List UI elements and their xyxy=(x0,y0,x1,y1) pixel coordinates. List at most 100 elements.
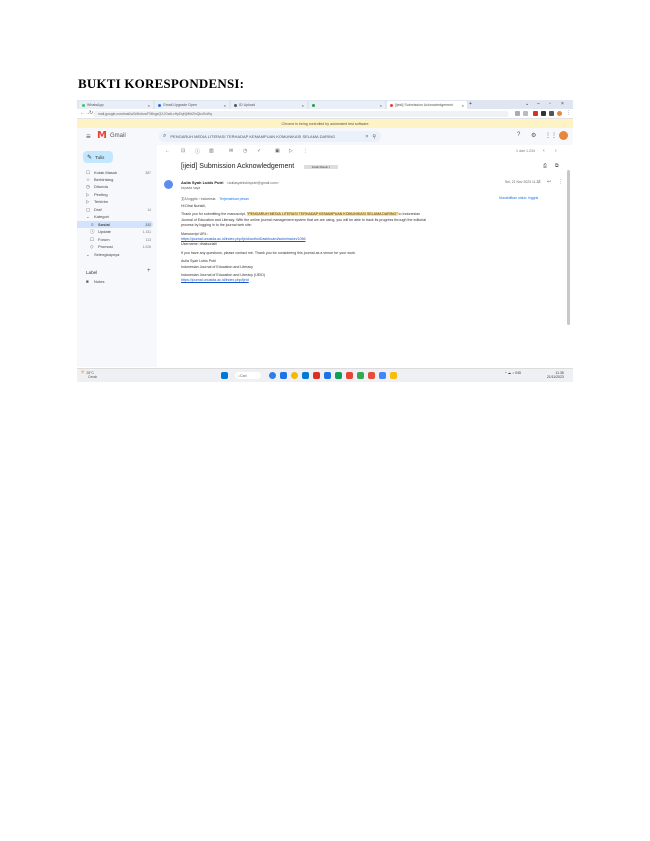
close-icon[interactable]: × xyxy=(146,103,150,108)
recipient-text[interactable]: kepada saya xyxy=(181,186,200,190)
scrollbar[interactable] xyxy=(567,170,570,325)
new-tab-icon[interactable]: + xyxy=(469,101,472,107)
snooze-icon[interactable]: ◷ xyxy=(243,148,247,154)
sidebar-item[interactable]: ⌄ Selengkapnya xyxy=(77,251,153,258)
signature-journal: Indonesian Journal of Education and Lite… xyxy=(181,264,253,269)
sender-name-text: Aulia Syah Lubis Putri xyxy=(181,180,224,185)
sidebar-item[interactable]: ⌄ Kategori xyxy=(77,213,153,220)
browser-tab[interactable]: WhatsApp × xyxy=(79,101,153,109)
sidebar-label-item[interactable]: ■ Notes xyxy=(77,278,153,285)
sidebar-item[interactable]: ☐ Forum 113 xyxy=(77,236,153,243)
taskbar-app-icon[interactable] xyxy=(368,372,375,379)
sidepanel-icon[interactable] xyxy=(549,111,554,116)
maximize-icon[interactable]: ▫ xyxy=(549,101,551,107)
apps-grid-icon[interactable]: ⋮⋮ xyxy=(545,132,557,139)
taskbar-app-icon[interactable] xyxy=(346,372,353,379)
browser-tab[interactable]: ID Upload × xyxy=(231,101,307,109)
open-new-window-icon[interactable]: ⧉ xyxy=(555,163,559,169)
extension-icon[interactable] xyxy=(541,111,546,116)
move-to-icon[interactable]: ▣ xyxy=(275,148,280,154)
taskbar-search[interactable]: ⌕ Cari xyxy=(235,372,261,379)
gmail-logo-icon[interactable]: M xyxy=(97,130,107,141)
search-icon[interactable]: ⌕ xyxy=(163,133,166,140)
sidebar-item[interactable]: ▷ Terkirim xyxy=(77,198,153,205)
sidebar-item[interactable]: ▷ Penting xyxy=(77,191,153,198)
hamburger-menu-icon[interactable]: ≡ xyxy=(86,132,91,141)
filter-icon[interactable]: ⚲ xyxy=(372,134,376,140)
footer-link[interactable]: https://journal.unusida.ac.id/index.php/… xyxy=(181,278,249,282)
chevron-down-icon[interactable]: ⌄ xyxy=(525,101,529,107)
translate-link[interactable]: Terjemahkan pesan xyxy=(219,197,249,201)
sun-icon: ☀ xyxy=(80,370,86,377)
next-email-icon[interactable]: › xyxy=(555,148,557,154)
account-avatar[interactable] xyxy=(559,131,568,140)
print-icon[interactable]: ⎙ xyxy=(543,163,547,169)
turn-off-translate-link[interactable]: Nonaktifkan untuk: Inggris xyxy=(499,196,538,200)
report-spam-icon[interactable]: ⓘ xyxy=(195,148,200,155)
more-options-icon[interactable]: ⋮ xyxy=(303,148,308,154)
taskbar-app-icon[interactable] xyxy=(280,372,287,379)
clear-search-icon[interactable]: × xyxy=(365,134,368,140)
extension-icon[interactable] xyxy=(533,111,538,116)
close-icon[interactable]: × xyxy=(460,103,464,108)
sidebar-item[interactable]: ◷ Ditunda xyxy=(77,183,153,190)
taskbar-clock[interactable]: 11.35 21/11/2023 xyxy=(547,371,564,379)
system-tray[interactable]: ^ ☁ ♪ IND xyxy=(505,371,521,375)
close-icon[interactable]: × xyxy=(300,103,304,108)
taskbar-app-icon[interactable] xyxy=(302,372,309,379)
profile-icon[interactable] xyxy=(557,111,562,116)
sidebar-item[interactable]: ◇ Promosi 1.026 xyxy=(77,243,153,250)
sidebar-item-label: Terkirim xyxy=(94,199,108,204)
search-input[interactable]: ⌕ PENGARUH MEDIA LITERASI TERHADAP KEMAM… xyxy=(159,131,381,142)
translate-target[interactable]: Indonesia xyxy=(201,197,216,201)
label-tag-icon[interactable]: ▷ xyxy=(289,148,293,154)
address-bar[interactable]: mail.google.com/mail/u/0/#inbox/FMfcgzQX… xyxy=(93,110,509,117)
taskbar-app-icon[interactable] xyxy=(313,372,320,379)
taskbar-app-icon[interactable] xyxy=(379,372,386,379)
close-icon[interactable]: × xyxy=(378,103,382,108)
extension-icon[interactable] xyxy=(515,111,520,116)
sidebar-item[interactable]: ☺ Sosial 232 xyxy=(77,221,153,228)
minimize-icon[interactable]: – xyxy=(537,101,540,107)
gear-icon[interactable]: ⚙ xyxy=(531,132,536,139)
back-arrow-icon[interactable]: ← xyxy=(165,148,170,154)
sidebar-item[interactable]: ▢ Draf 14 xyxy=(77,206,153,213)
sidebar-item-label: Draf xyxy=(94,207,102,212)
start-menu-icon[interactable] xyxy=(221,372,228,379)
search-query: PENGARUH MEDIA LITERASI TERHADAP KEMAMPU… xyxy=(170,134,336,139)
more-options-icon[interactable]: ⋮ xyxy=(558,179,563,185)
taskbar-app-icon[interactable] xyxy=(357,372,364,379)
sidebar-item[interactable]: ☐ Kotak Masuk 387 xyxy=(77,169,153,176)
add-label-icon[interactable]: + xyxy=(147,268,151,274)
archive-icon[interactable]: ⊡ xyxy=(181,148,185,154)
delete-icon[interactable]: ▥ xyxy=(209,148,214,154)
extension-icon[interactable] xyxy=(523,111,528,116)
browser-tab[interactable]: × xyxy=(309,101,385,109)
taskbar-app-icon[interactable] xyxy=(335,372,342,379)
prev-email-icon[interactable]: ‹ xyxy=(543,148,545,154)
taskbar-app-icon[interactable] xyxy=(269,372,276,379)
sidebar-item-label: Forum xyxy=(98,237,110,242)
browser-tab-active[interactable]: [ijeid] Submission Acknowledgement × xyxy=(387,101,467,109)
reply-icon[interactable]: ↩ xyxy=(547,179,551,185)
taskbar-app-icon[interactable] xyxy=(390,372,397,379)
manuscript-link[interactable]: https://journal.unusida.ac.id/index.php/… xyxy=(181,237,305,241)
weather-widget[interactable]: ☀ 28°C Cerah xyxy=(80,370,97,379)
translate-source[interactable]: Inggris xyxy=(187,197,197,201)
url-label: Manuscript URL: xyxy=(181,231,208,236)
kebab-menu-icon[interactable]: ⋮ xyxy=(566,110,571,116)
close-icon[interactable]: × xyxy=(222,103,226,108)
sidebar-item[interactable]: ⓘ Update 1.311 xyxy=(77,228,153,235)
sidebar-item[interactable]: ☆ Berbintang xyxy=(77,176,153,183)
mark-unread-icon[interactable]: ✉ xyxy=(229,148,233,154)
close-window-icon[interactable]: × xyxy=(561,101,564,107)
taskbar-app-icon[interactable] xyxy=(291,372,298,379)
add-task-icon[interactable]: ✓ xyxy=(257,148,261,154)
compose-button[interactable]: ✎ Tulis xyxy=(83,151,113,163)
browser-tab[interactable]: Gmail Upgrade Open × xyxy=(155,101,229,109)
help-icon[interactable]: ? xyxy=(517,132,520,138)
star-icon[interactable]: ☆ xyxy=(537,179,541,185)
taskbar-app-icon[interactable] xyxy=(324,372,331,379)
inbox-label-chip[interactable]: Kotak Masuk × xyxy=(304,165,338,169)
sidebar-item-label: Update xyxy=(98,229,111,234)
